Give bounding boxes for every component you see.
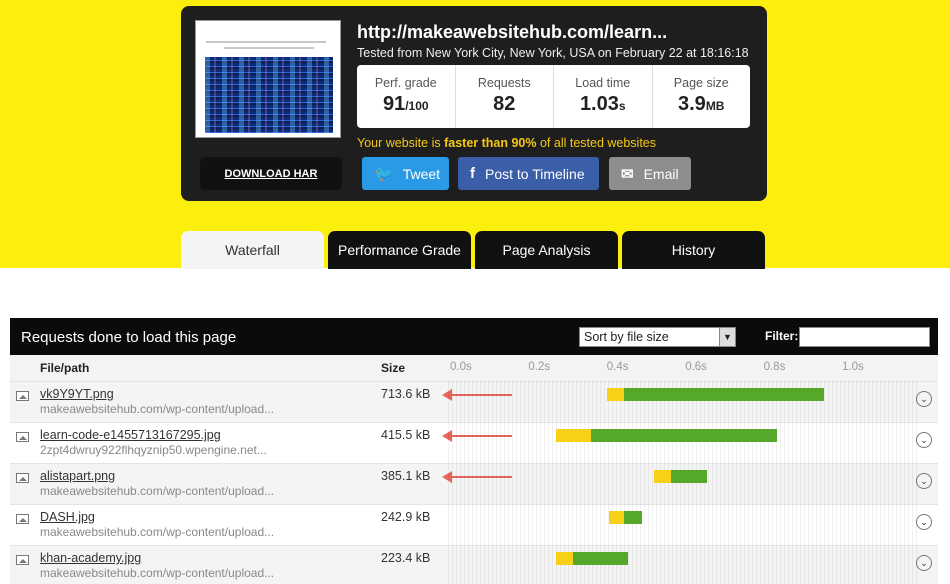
thumbnail-header [196, 21, 340, 55]
receive-bar [624, 388, 825, 401]
stat-value: 1.03s [579, 93, 626, 115]
email-label: Email [643, 165, 679, 182]
wait-bar [608, 511, 625, 524]
comparison-suffix: of all tested websites [536, 136, 657, 150]
stat-label: Requests [477, 76, 531, 90]
stats-panel: Perf. grade 91/100 Requests 82 Load time 1.03… [357, 65, 750, 128]
yellow-header-area: http://makeawebsitehub.com/learn... Test… [0, 0, 950, 269]
tweet-label: Tweet [402, 165, 441, 182]
expand-chevron-icon[interactable]: ⌄ [916, 555, 932, 571]
wait-bar [555, 429, 592, 442]
comparison-prefix: Your website is [357, 136, 445, 150]
stat-requests: Requests 82 [456, 65, 554, 128]
image-file-icon [16, 391, 29, 401]
tweet-button[interactable]: 🐦 Tweet [362, 157, 449, 190]
file-size: 415.5 kB [381, 428, 431, 442]
summary-card: http://makeawebsitehub.com/learn... Test… [181, 6, 767, 201]
test-info: Tested from New York City, New York, USA… [357, 46, 749, 60]
envelope-icon: ✉ [621, 165, 634, 183]
wait-bar [653, 470, 672, 483]
stat-page-size: Page size 3.9MB [653, 65, 751, 128]
file-name-link[interactable]: vk9Y9YT.png [40, 387, 114, 401]
timeline-tick: 0.6s [685, 361, 707, 373]
tab-history[interactable]: History [622, 231, 765, 269]
sort-value: Sort by file size [584, 330, 669, 344]
result-tabs: Waterfall Performance Grade Page Analysi… [181, 231, 765, 269]
file-path: makeawebsitehub.com/wp-content/upload... [40, 566, 275, 580]
file-path: makeawebsitehub.com/wp-content/upload... [40, 525, 275, 539]
file-path-header: File/path [40, 361, 90, 375]
stat-unit: s [618, 99, 626, 113]
file-path: makeawebsitehub.com/wp-content/upload... [40, 484, 275, 498]
stat-value: 82 [493, 93, 516, 115]
stat-unit: /100 [405, 99, 429, 113]
file-size: 242.9 kB [381, 510, 431, 524]
wait-bar [606, 388, 625, 401]
tab-performance-grade[interactable]: Performance Grade [328, 231, 471, 269]
wait-bar [555, 552, 574, 565]
filter-input[interactable] [799, 327, 930, 347]
stat-label: Page size [673, 76, 729, 90]
image-file-icon [16, 514, 29, 524]
filter-label: Filter: [765, 329, 799, 343]
receive-bar [573, 552, 629, 565]
expand-chevron-icon[interactable]: ⌄ [916, 391, 932, 407]
file-size: 223.4 kB [381, 551, 431, 565]
thumbnail-line [224, 47, 314, 49]
stat-value: 91/100 [382, 93, 429, 115]
stat-value: 3.9MB [678, 93, 725, 115]
facebook-label: Post to Timeline [485, 165, 585, 182]
sort-select[interactable]: Sort by file size ▼ [579, 327, 736, 347]
download-har-button[interactable]: DOWNLOAD HAR [200, 157, 342, 190]
stat-label: Perf. grade [374, 76, 437, 90]
facebook-icon: f [470, 165, 475, 182]
tab-waterfall[interactable]: Waterfall [181, 231, 324, 269]
receive-bar [624, 511, 643, 524]
timeline-tick: 0.0s [450, 361, 472, 373]
stat-label: Load time [575, 76, 631, 90]
twitter-bird-icon: 🐦 [374, 165, 393, 183]
comparison-text: Your website is faster than 90% of all t… [357, 136, 656, 150]
file-name-link[interactable]: khan-academy.jpg [40, 551, 141, 565]
thumbnail-code-image [205, 57, 333, 133]
timeline-tick: 1.0s [842, 361, 864, 373]
file-size: 385.1 kB [381, 469, 431, 483]
comparison-highlight: faster than 90% [444, 136, 537, 150]
image-file-icon [16, 432, 29, 442]
expand-chevron-icon[interactable]: ⌄ [916, 514, 932, 530]
expand-chevron-icon[interactable]: ⌄ [916, 473, 932, 489]
size-header: Size [381, 361, 406, 375]
waterfall-header: Requests done to load this page Sort by … [10, 318, 938, 355]
receive-bar [591, 429, 778, 442]
email-button[interactable]: ✉ Email [609, 157, 691, 190]
file-name-link[interactable]: DASH.jpg [40, 510, 95, 524]
image-file-icon [16, 473, 29, 483]
tested-url[interactable]: http://makeawebsitehub.com/learn... [357, 22, 667, 43]
stat-load-time: Load time 1.03s [554, 65, 653, 128]
timeline-tick: 0.8s [763, 361, 786, 373]
timeline-tick: 0.2s [528, 361, 551, 373]
file-size: 713.6 kB [381, 387, 431, 401]
stat-perf-grade: Perf. grade 91/100 [357, 65, 456, 128]
receive-bar [671, 470, 707, 483]
timeline-tick: 0.4s [606, 361, 629, 373]
column-header: File/path Size 0.0s 0.2s 0.4s 0.6s 0.8s 1.0s [10, 355, 938, 381]
file-name-link[interactable]: alistapart.png [40, 469, 115, 483]
waterfall-title: Requests done to load this page [21, 329, 237, 346]
file-path: 2zpt4dwruy922flhqyznip50.wpengine.net... [40, 443, 267, 457]
image-file-icon [16, 555, 29, 565]
file-name-link[interactable]: learn-code-e1455713167295.jpg [40, 428, 221, 442]
thumbnail-line [206, 41, 326, 43]
stat-unit: MB [705, 99, 725, 113]
waterfall-panel: Requests done to load this page Sort by … [10, 318, 938, 584]
tab-page-analysis[interactable]: Page Analysis [475, 231, 618, 269]
chevron-down-icon: ▼ [719, 328, 735, 346]
post-to-timeline-button[interactable]: f Post to Timeline [458, 157, 599, 190]
file-path: makeawebsitehub.com/wp-content/upload... [40, 402, 275, 416]
page-screenshot-thumbnail [195, 20, 341, 138]
expand-chevron-icon[interactable]: ⌄ [916, 432, 932, 448]
